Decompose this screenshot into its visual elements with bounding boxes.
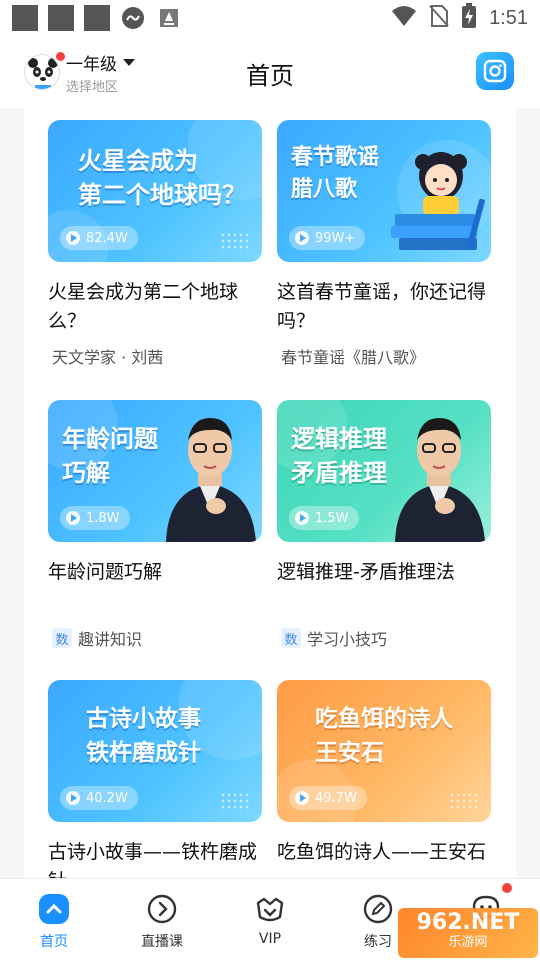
play-circle-icon (147, 894, 177, 924)
play-icon (66, 511, 80, 525)
view-count: 49.7W (289, 786, 367, 810)
course-title: 逻辑推理-矛盾推理法 (277, 561, 455, 583)
site-watermark: 962.NET 乐游网 (398, 908, 538, 958)
teacher-photo (166, 418, 256, 542)
dots-decoration (220, 792, 250, 812)
course-thumbnail[interactable]: 春节歌谣 腊八歌 99W+ (277, 120, 491, 262)
no-sim-icon (429, 4, 449, 32)
course-card[interactable]: 逻辑推理 矛盾推理 1.5W 逻辑推理-矛盾推理法 数 学习小技巧 (277, 400, 491, 649)
play-icon (295, 231, 309, 245)
camera-button[interactable] (476, 52, 514, 90)
wifi-icon (391, 5, 417, 31)
course-feed: 火星会成为 第二个地球吗？ 82.4W 火星会成为第二个地球么？ 天文学家 · … (24, 108, 516, 878)
play-icon (66, 231, 80, 245)
thumbnail-title: 春节歌谣 腊八歌 (291, 145, 380, 202)
course-subtitle: 天文学家 · 刘茜 (52, 348, 164, 367)
thumbnail-title: 年龄问题 巧解 (62, 425, 158, 487)
vip-crown-icon (256, 897, 284, 922)
view-count: 40.2W (60, 786, 138, 810)
clock: 1:51 (489, 6, 528, 29)
thumbnail-title: 古诗小故事 铁杵磨成针 (86, 706, 201, 766)
view-count: 99W+ (289, 226, 366, 250)
subject-tag: 数 (52, 628, 72, 648)
course-subtitle: 数 趣讲知识 (52, 626, 142, 650)
course-thumbnail[interactable]: 吃鱼饵的诗人 王安石 49.7W (277, 680, 491, 822)
view-count: 1.8W (60, 506, 130, 530)
battery-charging-icon (461, 3, 477, 33)
page-title: 首页 (246, 62, 294, 90)
girl-reading-illustration (391, 152, 485, 250)
scan-icon (483, 59, 507, 83)
course-subtitle: 春节童谣《腊八歌》 (281, 348, 426, 367)
thumbnail-title: 吃鱼饵的诗人 王安石 (315, 706, 453, 766)
dots-decoration (449, 792, 479, 812)
nav-item-live[interactable]: 直播课 (112, 879, 212, 960)
course-title: 吃鱼饵的诗人——王安石 (277, 841, 487, 863)
play-icon (66, 791, 80, 805)
pencil-circle-icon (363, 894, 393, 924)
subject-tag: 数 (281, 628, 301, 648)
course-title: 这首春节童谣，你还记得吗？ (277, 281, 487, 332)
teacher-photo (395, 418, 485, 542)
course-thumbnail[interactable]: 火星会成为 第二个地球吗？ 82.4W (48, 120, 262, 262)
course-card[interactable]: 火星会成为 第二个地球吗？ 82.4W 火星会成为第二个地球么？ 天文学家 · … (48, 120, 262, 367)
course-card[interactable]: 古诗小故事 铁杵磨成针 40.2W 古诗小故事——铁杵磨成针 (48, 680, 262, 878)
course-subtitle: 数 学习小技巧 (281, 626, 387, 650)
thumbnail-title: 火星会成为 第二个地球吗？ (78, 147, 246, 209)
play-icon (295, 791, 309, 805)
download-icon (156, 5, 182, 31)
course-thumbnail[interactable]: 逻辑推理 矛盾推理 1.5W (277, 400, 491, 542)
course-card[interactable]: 吃鱼饵的诗人 王安石 49.7W 吃鱼饵的诗人——王安石 (277, 680, 491, 867)
course-card[interactable]: 春节歌谣 腊八歌 99W+ 这首春节童谣，你还记得吗？ 春节童谣《腊八歌》 (277, 120, 491, 367)
course-title: 火星会成为第二个地球么？ (48, 281, 239, 332)
notification-badge (502, 883, 512, 893)
home-icon (39, 894, 69, 924)
view-count: 82.4W (60, 226, 138, 250)
notification-icon (48, 5, 74, 31)
app-notification-icon (120, 5, 146, 31)
course-thumbnail[interactable]: 年龄问题 巧解 1.8W (48, 400, 262, 542)
nav-item-home[interactable]: 首页 (4, 879, 104, 960)
course-thumbnail[interactable]: 古诗小故事 铁杵磨成针 40.2W (48, 680, 262, 822)
nav-item-vip[interactable]: VIP (220, 879, 320, 960)
course-title: 古诗小故事——铁杵磨成针 (48, 841, 258, 878)
status-bar: 1:51 (0, 0, 540, 36)
notification-icon (12, 5, 38, 31)
notification-icon (84, 5, 110, 31)
course-title: 年龄问题巧解 (48, 561, 163, 583)
course-card[interactable]: 年龄问题 巧解 1.8W 年龄问题巧解 数 趣讲知识 (48, 400, 262, 649)
view-count: 1.5W (289, 506, 359, 530)
app-header: 一年级 选择地区 首页 (0, 36, 540, 108)
play-icon (295, 511, 309, 525)
dots-decoration (220, 232, 250, 252)
thumbnail-title: 逻辑推理 矛盾推理 (291, 425, 387, 487)
